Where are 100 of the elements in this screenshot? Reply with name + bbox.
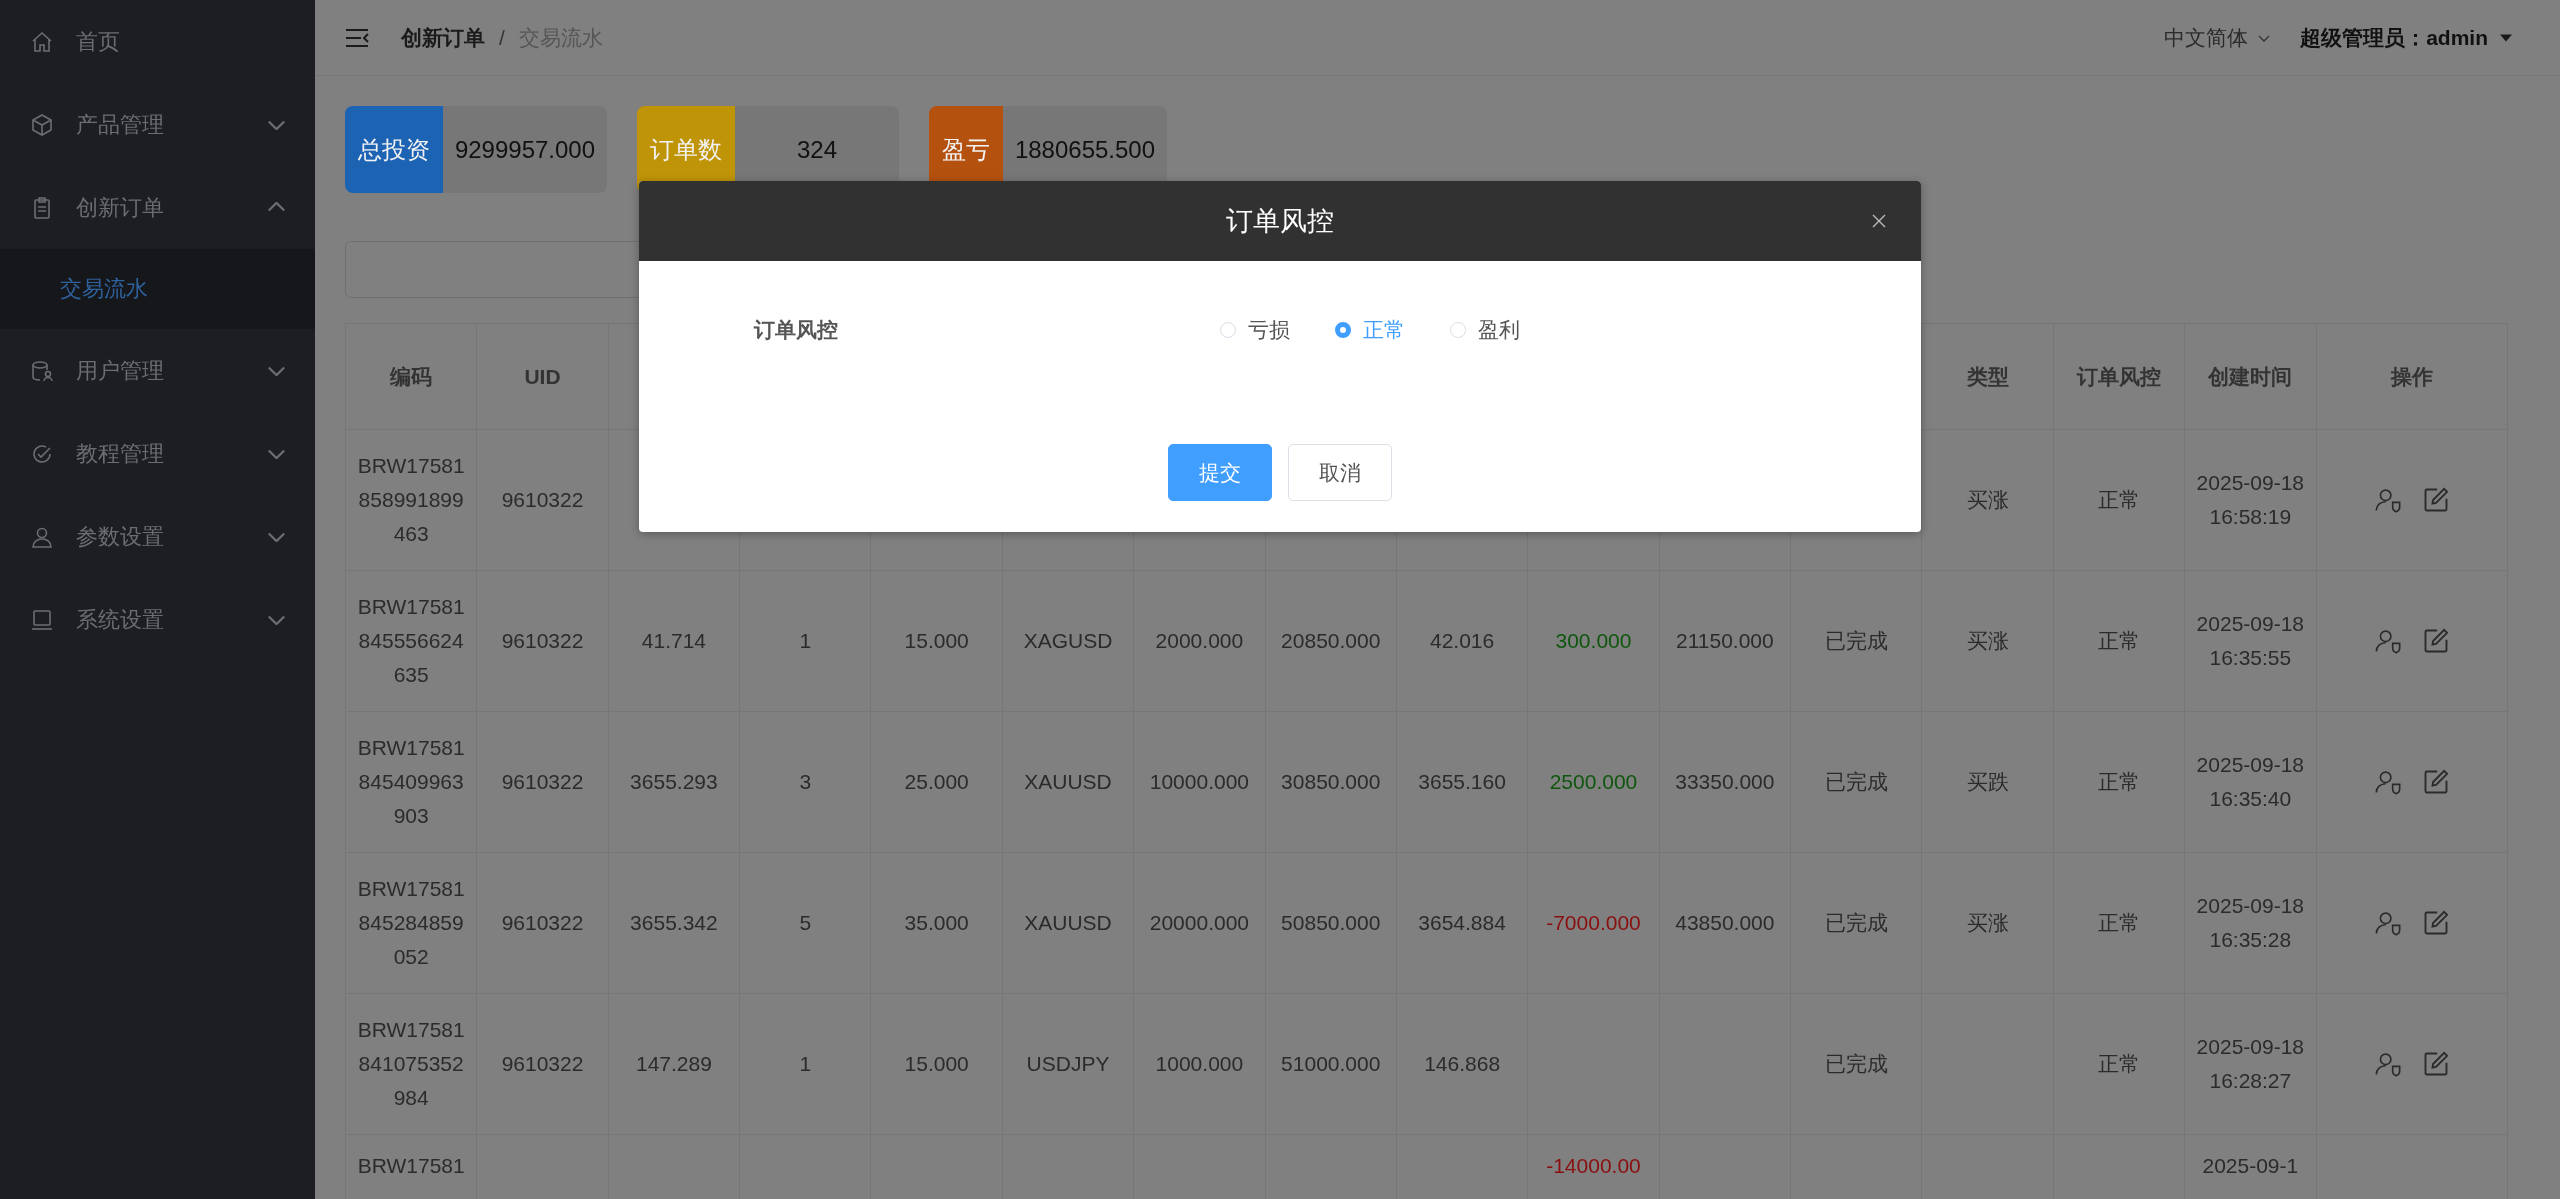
table-cell-text: 15.000 xyxy=(904,628,969,654)
table-cell-text: 2025-09-1 xyxy=(2201,1153,2300,1179)
table-cell-text: 已完成 xyxy=(1824,769,1888,795)
table-cell-text: 正常 xyxy=(2097,628,2140,654)
radio-option[interactable]: 亏损 xyxy=(1220,316,1290,344)
table-cell-text: 3 xyxy=(799,769,812,795)
table-cell-text: 已完成 xyxy=(1824,1051,1888,1077)
home-icon xyxy=(30,29,54,54)
user-shield-icon[interactable] xyxy=(2373,768,2402,796)
column-header: 创建时间 xyxy=(2208,363,2293,390)
table-cell-text: BRW17581858991899463 xyxy=(356,453,466,547)
table-cell-text: 2025-09-18 16:35:40 xyxy=(2195,752,2306,812)
table-cell-text: BRW17581845284859052 xyxy=(356,876,466,970)
field-label: 订单风控 xyxy=(754,317,839,343)
monitor-icon xyxy=(30,607,54,632)
radio-option[interactable]: 正常 xyxy=(1335,316,1405,344)
user-menu[interactable]: 超级管理员：admin xyxy=(2300,23,2488,52)
caret-icon xyxy=(2500,33,2512,42)
user-shield-icon[interactable] xyxy=(2373,1050,2402,1078)
table-cell-text: 20850.000 xyxy=(1281,628,1381,654)
stat-value: 9299957.000 xyxy=(453,134,597,165)
table-cell-text: 25.000 xyxy=(904,769,969,795)
table-cell-text: 21150.000 xyxy=(1676,628,1774,654)
table-cell-text: 3654.884 xyxy=(1418,910,1506,936)
table-cell-text: 买涨 xyxy=(1966,910,2009,936)
table-cell-text: 20000.000 xyxy=(1149,910,1249,936)
breadcrumb-separator: / xyxy=(499,25,505,50)
language-selector[interactable]: 中文简体 xyxy=(2164,23,2249,52)
sidebar-item[interactable]: 创新订单 xyxy=(0,166,315,249)
table-cell-text: 2025-09-18 16:35:55 xyxy=(2195,611,2306,671)
sidebar-item[interactable]: 首页 xyxy=(0,0,315,83)
breadcrumb-item[interactable]: 创新订单 xyxy=(401,23,485,52)
table-cell-text: 5 xyxy=(799,910,812,936)
sidebar-item[interactable]: 产品管理 xyxy=(0,83,315,166)
table-cell-text: 3655.342 xyxy=(630,910,718,936)
column-header: 编码 xyxy=(390,363,433,390)
stat-value: 324 xyxy=(795,134,838,165)
radio-button[interactable] xyxy=(1335,322,1351,338)
table-cell-text: 已完成 xyxy=(1824,910,1888,936)
sidebar-subitem[interactable]: 交易流水 xyxy=(0,249,315,329)
table-cell-text: 1 xyxy=(799,1051,812,1077)
table-cell-text: 已完成 xyxy=(1824,628,1888,654)
table-cell-text: 9610322 xyxy=(501,487,584,513)
table-cell-text: -7000.000 xyxy=(1546,910,1641,936)
table-cell-text: 正常 xyxy=(2097,910,2140,936)
table-cell-text: USDJPY xyxy=(1026,1051,1110,1077)
stat-label: 总投资 xyxy=(345,106,443,193)
table-cell-text: 买涨 xyxy=(1966,628,2009,654)
table-cell-text: BRW17581841075352984 xyxy=(356,1017,466,1111)
table-cell-text: 2000.000 xyxy=(1155,628,1244,654)
table-cell-text: 43850.000 xyxy=(1675,910,1775,936)
column-header: UID xyxy=(524,363,561,390)
table-cell-text: 146.868 xyxy=(1424,1051,1501,1077)
table-cell-text: 2025-09-18 16:35:28 xyxy=(2195,893,2306,953)
table-cell-text: BRW17581845409963903 xyxy=(356,735,466,829)
column-header: 订单风控 xyxy=(2076,363,2161,390)
close-icon[interactable] xyxy=(1871,213,1887,229)
user-shield-icon[interactable] xyxy=(2373,486,2402,514)
table-cell-text: 42.016 xyxy=(1430,628,1495,654)
table-cell-text: 33350.000 xyxy=(1675,769,1775,795)
dialog-title: 订单风控 xyxy=(1226,205,1334,238)
table-cell-text: 41.714 xyxy=(641,628,707,654)
sidebar-item[interactable]: 用户管理 xyxy=(0,329,315,412)
table-cell-text: 2025-09-18 16:58:19 xyxy=(2195,470,2306,530)
table-cell-text: BRW17581845556624635 xyxy=(356,594,466,688)
table-cell-text: -14000.00 xyxy=(1546,1153,1641,1179)
column-header: 类型 xyxy=(1966,363,2009,390)
table-cell-text: 300.000 xyxy=(1555,628,1632,654)
table-cell-text: 10000.000 xyxy=(1149,769,1249,795)
table-cell-text: 50850.000 xyxy=(1281,910,1381,936)
table-cell-text: 1000.000 xyxy=(1155,1051,1244,1077)
table-cell-text: XAUUSD xyxy=(1024,769,1112,795)
table-cell-text: 35.000 xyxy=(904,910,969,936)
cube-icon xyxy=(30,112,54,137)
table-cell-text: 9610322 xyxy=(501,769,584,795)
table-cell-text: 9610322 xyxy=(501,1051,584,1077)
table-cell-text: XAUUSD xyxy=(1024,910,1112,936)
table-cell-text: 买跌 xyxy=(1966,769,2009,795)
menu-icon[interactable] xyxy=(345,27,369,48)
radio-option[interactable]: 盈利 xyxy=(1450,316,1520,344)
table-cell-text: 15.000 xyxy=(904,1051,969,1077)
table-cell-text: 3655.160 xyxy=(1418,769,1506,795)
table-cell-text: 2500.000 xyxy=(1549,769,1638,795)
user-shield-icon[interactable] xyxy=(2373,627,2402,655)
sidebar-item[interactable]: 教程管理 xyxy=(0,412,315,495)
submit-button[interactable]: 提交 xyxy=(1168,444,1272,501)
table-cell-text: 3655.293 xyxy=(630,769,718,795)
user-shield-icon[interactable] xyxy=(2373,909,2402,937)
sidebar-item[interactable]: 系统设置 xyxy=(0,578,315,661)
table-cell-text: 9610322 xyxy=(501,628,584,654)
table-cell-text: 正常 xyxy=(2097,1051,2140,1077)
table-cell-text: 1 xyxy=(799,628,812,654)
table-cell-text: 买涨 xyxy=(1966,487,2009,513)
sidebar-item[interactable]: 参数设置 xyxy=(0,495,315,578)
table-cell-text: 51000.000 xyxy=(1281,1051,1381,1077)
table-cell-text: BRW17581 xyxy=(356,1153,466,1179)
table-cell-text: 147.289 xyxy=(635,1051,712,1077)
table-cell-text: 正常 xyxy=(2097,487,2140,513)
cancel-button[interactable]: 取消 xyxy=(1288,444,1392,501)
table-cell-text: XAGUSD xyxy=(1023,628,1113,654)
